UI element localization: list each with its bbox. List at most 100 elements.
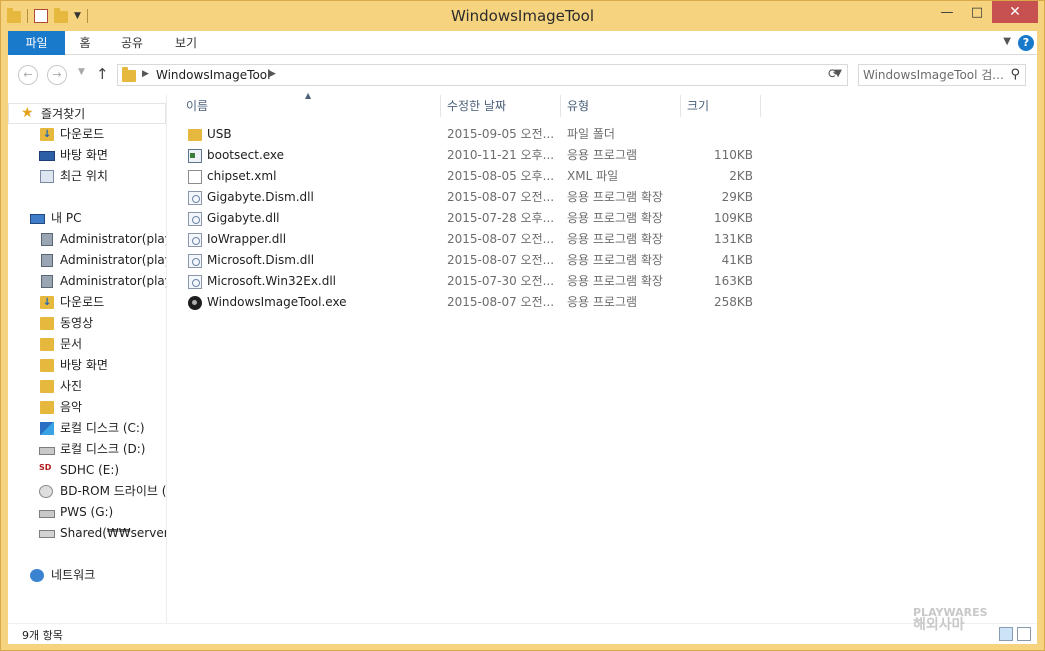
sidebar-item-label: 내 PC (51, 211, 82, 225)
address-bar[interactable]: ▶ WindowsImageTool ▶ ▼ (117, 64, 848, 86)
forward-button[interactable]: → (47, 65, 67, 85)
close-button[interactable]: ✕ (992, 1, 1038, 23)
file-list: ▲ 이름 수정한 날짜 유형 크기 USB 2015-09-05 오전... 파… (168, 91, 1037, 623)
table-row[interactable]: chipset.xml 2015-08-05 오후... XML 파일 2KB (168, 166, 768, 187)
search-icon[interactable]: ⚲ (1010, 67, 1020, 82)
sidebar-item-label: BD-ROM 드라이브 ( (60, 484, 167, 498)
main-area: ★ 즐겨찾기 다운로드 바탕 화면 최근 위치 내 PC Adminis (8, 91, 1037, 623)
sidebar-item-network-user-2[interactable]: Administrator(playw (8, 250, 167, 271)
sidebar-item-music[interactable]: 음악 (8, 397, 167, 418)
breadcrumb[interactable]: WindowsImageTool (156, 68, 270, 82)
maximize-button[interactable]: □ (962, 1, 992, 23)
sidebar-item-drive-z[interactable]: Shared(₩₩server) (Z (8, 523, 167, 544)
xml-file-icon (188, 170, 202, 184)
details-view-icon[interactable] (999, 627, 1013, 641)
column-header-date[interactable]: 수정한 날짜 (447, 95, 557, 117)
refresh-button[interactable]: ⟳ (820, 64, 848, 86)
sidebar-item-drive-c[interactable]: 로컬 디스크 (C:) (8, 418, 167, 439)
sidebar-item-label: 음악 (60, 400, 83, 414)
file-date: 2015-07-30 오전... (447, 274, 555, 288)
tab-file[interactable]: 파일 (8, 31, 65, 55)
sidebar-item-drive-bd[interactable]: BD-ROM 드라이브 ( (8, 481, 167, 502)
search-input[interactable] (863, 67, 1003, 83)
table-row[interactable]: bootsect.exe 2010-11-21 오후... 응용 프로그램 11… (168, 145, 768, 166)
column-header-name[interactable]: 이름 (186, 95, 436, 117)
column-divider[interactable] (680, 95, 681, 117)
file-name: WindowsImageTool.exe (207, 295, 347, 309)
sidebar-item-drive-g[interactable]: PWS (G:) (8, 502, 167, 523)
sidebar-item-drive-d[interactable]: 로컬 디스크 (D:) (8, 439, 167, 460)
table-row[interactable]: Microsoft.Dism.dll 2015-08-07 오전... 응용 프… (168, 250, 768, 271)
column-header-size[interactable]: 크기 (687, 95, 757, 117)
table-row[interactable]: Gigabyte.Dism.dll 2015-08-07 오전... 응용 프로… (168, 187, 768, 208)
column-divider[interactable] (440, 95, 441, 117)
explorer-window: ▼ WindowsImageTool — □ ✕ 파일 홈 공유 보기 ▼ ? … (0, 0, 1045, 651)
file-type: 파일 폴더 (567, 127, 615, 141)
chevron-down-icon[interactable]: ▼ (1003, 36, 1011, 47)
dll-file-icon (188, 212, 202, 226)
file-name: Gigabyte.Dism.dll (207, 190, 314, 204)
help-icon[interactable]: ? (1018, 35, 1034, 51)
column-divider[interactable] (560, 95, 561, 117)
minimize-button[interactable]: — (932, 1, 962, 23)
sidebar-item-drive-e[interactable]: SD SDHC (E:) (8, 460, 167, 481)
table-row[interactable]: USB 2015-09-05 오전... 파일 폴더 (168, 124, 768, 145)
sidebar-item-videos[interactable]: 동영상 (8, 313, 167, 334)
sidebar-item-label: 네트워크 (51, 568, 96, 582)
watermark-logo: PLAYWARES 해외사마 (913, 607, 988, 633)
pane-divider[interactable] (166, 95, 167, 623)
sidebar-item-desktop[interactable]: 바탕 화면 (8, 145, 167, 166)
sidebar-item-recent[interactable]: 최근 위치 (8, 166, 167, 187)
navigation-pane: ★ 즐겨찾기 다운로드 바탕 화면 최근 위치 내 PC Adminis (8, 95, 167, 623)
sidebar-item-pc-desktop[interactable]: 바탕 화면 (8, 355, 167, 376)
documents-folder-icon (40, 338, 54, 351)
optical-drive-icon (39, 485, 53, 498)
file-size: 258KB (713, 295, 753, 309)
sidebar-item-network-user-1[interactable]: Administrator(playw (8, 229, 167, 250)
large-icons-view-icon[interactable] (1017, 627, 1031, 641)
item-count: 9개 항목 (22, 629, 63, 642)
tab-view[interactable]: 보기 (171, 31, 201, 55)
file-size: 2KB (729, 169, 753, 183)
sidebar-item-network-user-3[interactable]: Administrator(playw (8, 271, 167, 292)
chevron-right-icon[interactable]: ▶ (269, 69, 276, 79)
search-box[interactable]: ⚲ (858, 64, 1026, 86)
table-row[interactable]: IoWrapper.dll 2015-08-07 오전... 응용 프로그램 확… (168, 229, 768, 250)
sidebar-item-network[interactable]: 네트워크 (8, 565, 167, 586)
file-name: USB (207, 127, 232, 141)
desktop-folder-icon (40, 359, 54, 372)
tab-home[interactable]: 홈 (75, 31, 95, 55)
sidebar-item-favorites[interactable]: ★ 즐겨찾기 (8, 103, 166, 124)
up-button[interactable]: ↑ (96, 65, 109, 83)
table-row[interactable]: WindowsImageTool.exe 2015-08-07 오전... 응용… (168, 292, 768, 313)
sidebar-item-label: 즐겨찾기 (41, 107, 86, 121)
table-row[interactable]: Microsoft.Win32Ex.dll 2015-07-30 오전... 응… (168, 271, 768, 292)
downloads-folder-icon (40, 124, 54, 145)
file-name: Microsoft.Win32Ex.dll (207, 274, 337, 288)
music-folder-icon (40, 401, 54, 414)
computer-icon (30, 214, 45, 224)
table-row[interactable]: Gigabyte.dll 2015-07-28 오후... 응용 프로그램 확장… (168, 208, 768, 229)
desktop-icon (39, 151, 55, 161)
folder-icon (188, 129, 202, 141)
file-date: 2015-08-07 오전... (447, 295, 555, 309)
sidebar-item-this-pc[interactable]: 내 PC (8, 208, 167, 229)
file-date: 2015-08-07 오전... (447, 190, 555, 204)
column-divider[interactable] (760, 95, 761, 117)
user-folder-icon (41, 275, 53, 288)
file-size: 109KB (713, 211, 753, 225)
hard-drive-icon (39, 447, 55, 455)
recent-locations-dropdown-icon[interactable]: ▼ (78, 67, 85, 77)
back-button[interactable]: ← (18, 65, 38, 85)
sidebar-item-pc-downloads[interactable]: 다운로드 (8, 292, 167, 313)
dll-file-icon (188, 191, 202, 205)
network-drive-icon (39, 530, 55, 538)
file-date: 2010-11-21 오후... (447, 148, 555, 162)
sidebar-item-pictures[interactable]: 사진 (8, 376, 167, 397)
tab-share[interactable]: 공유 (117, 31, 147, 55)
column-header-type[interactable]: 유형 (567, 95, 677, 117)
sidebar-item-downloads[interactable]: 다운로드 (8, 124, 167, 145)
sidebar-item-documents[interactable]: 문서 (8, 334, 167, 355)
file-date: 2015-08-07 오전... (447, 232, 555, 246)
chevron-right-icon[interactable]: ▶ (142, 69, 149, 79)
